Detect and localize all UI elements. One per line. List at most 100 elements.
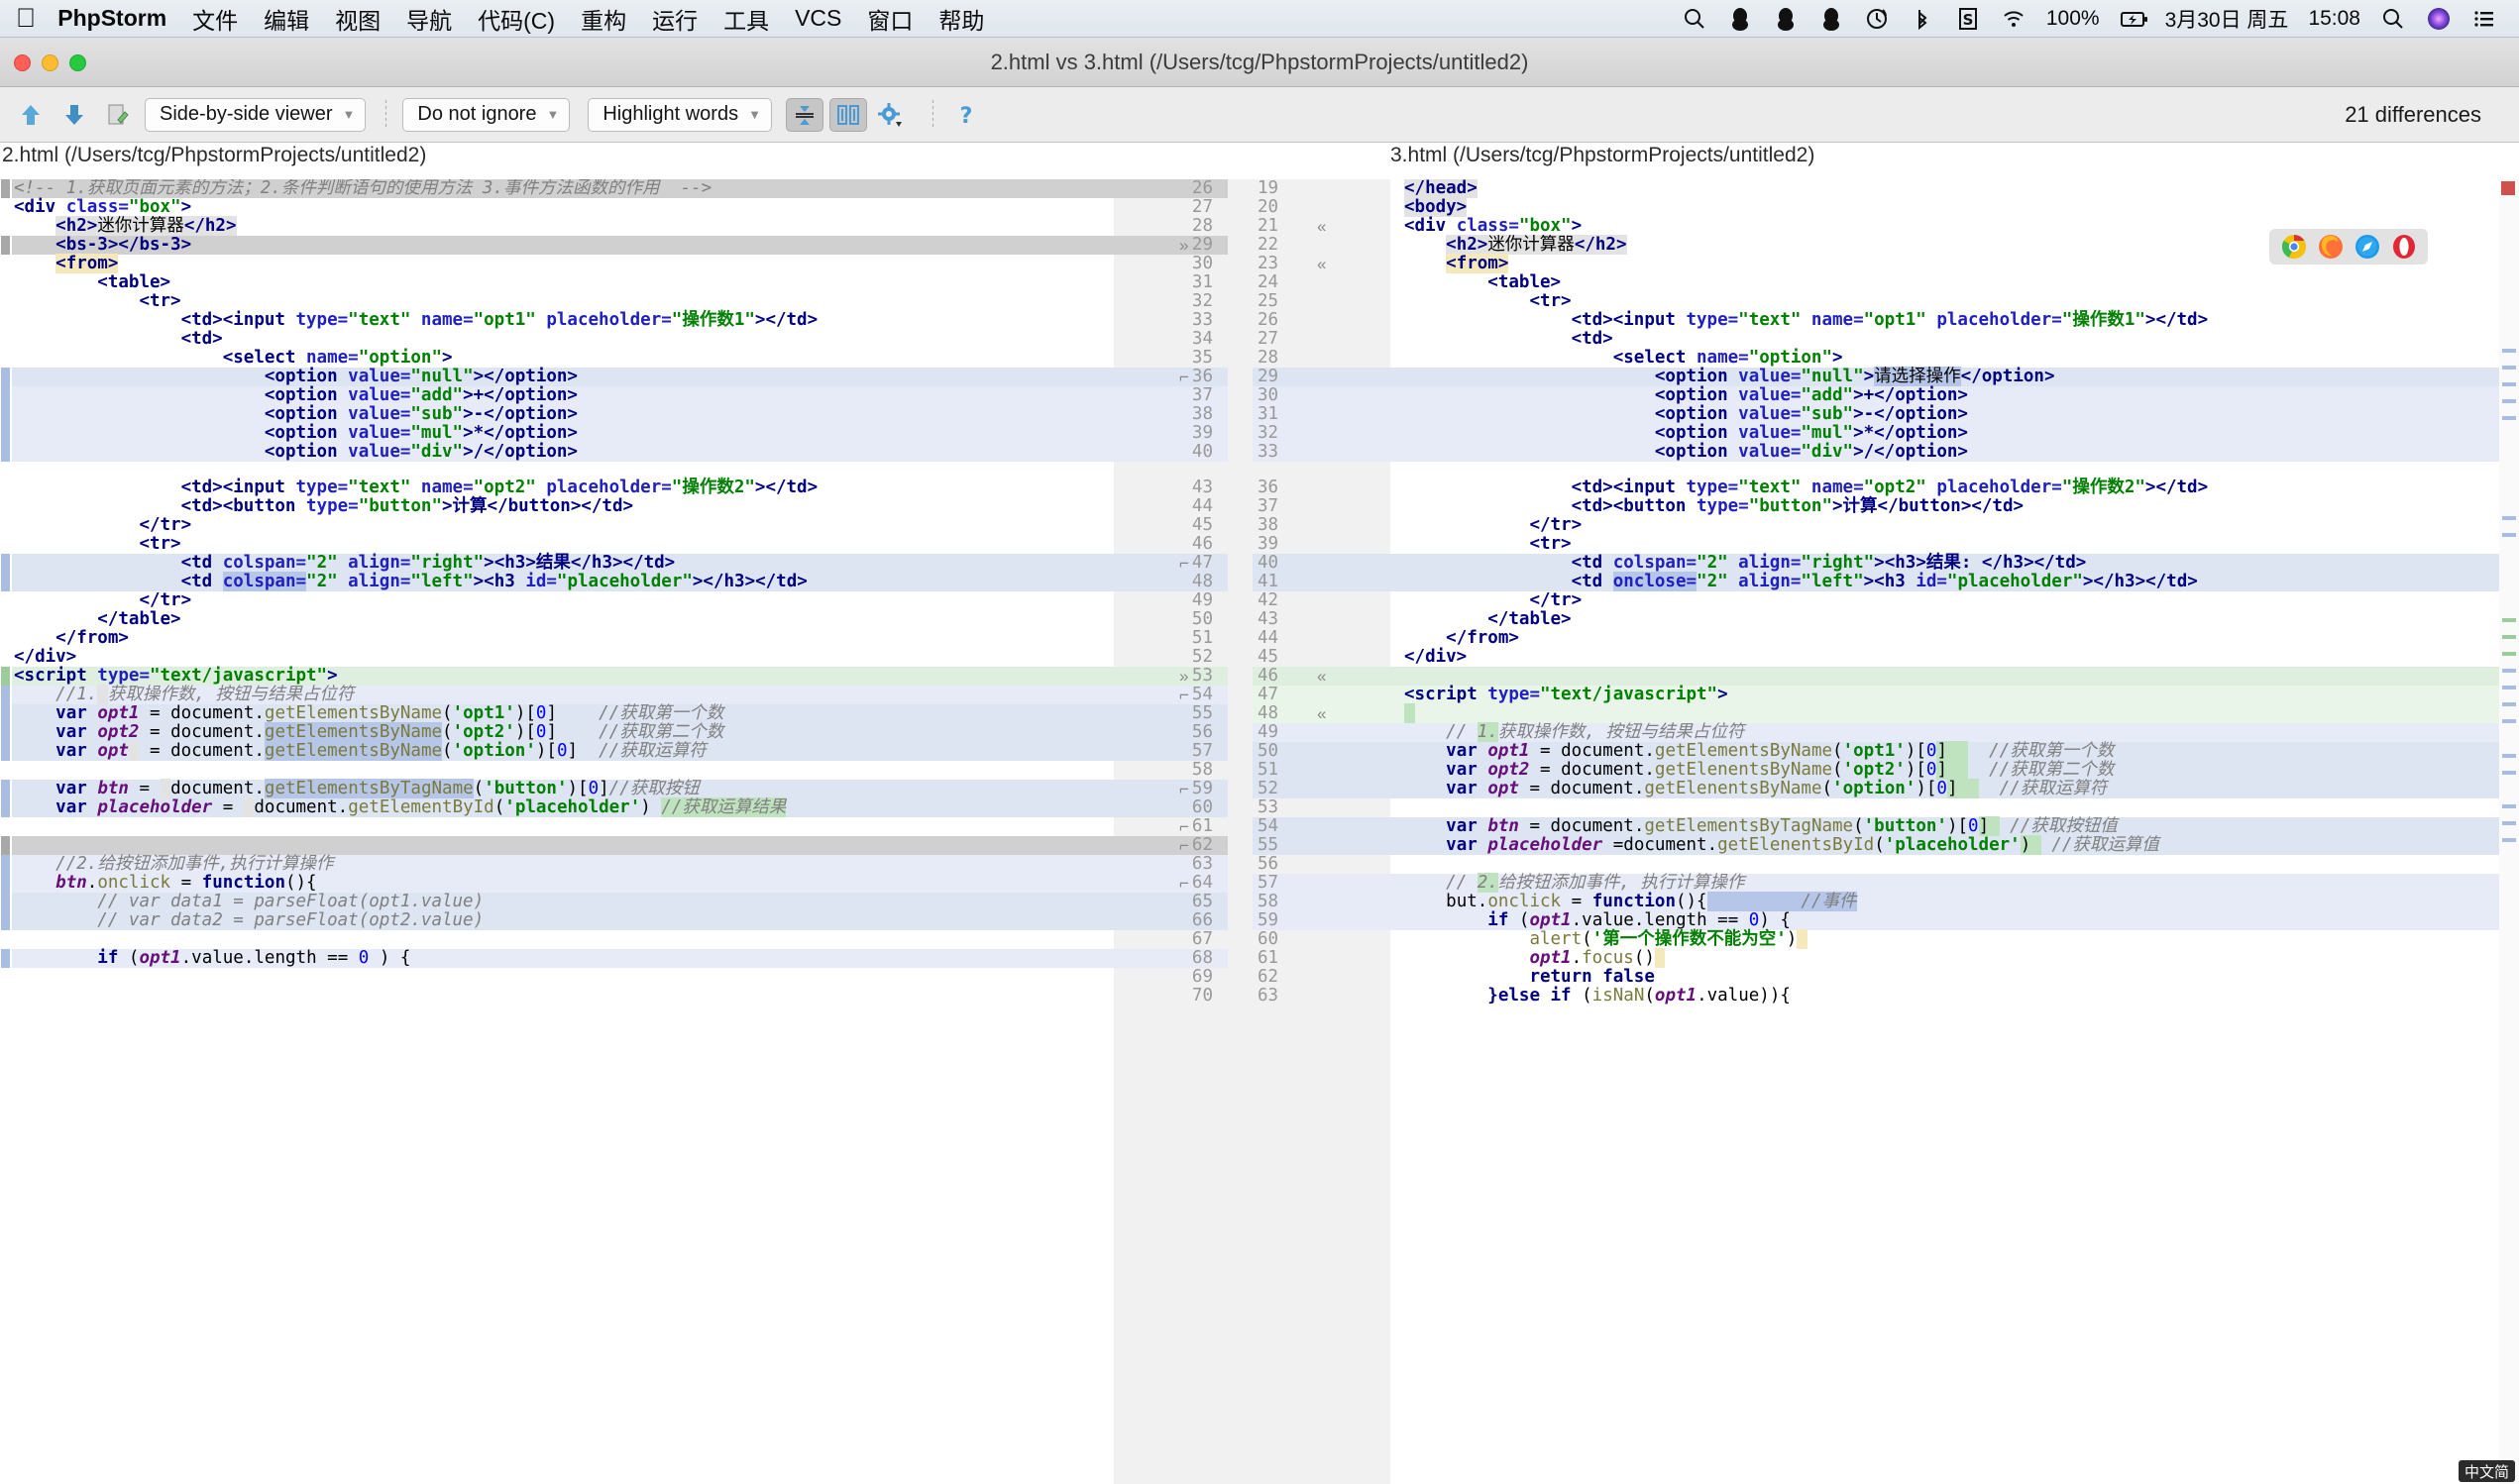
menu-item-file[interactable]: 文件 <box>192 2 238 36</box>
right-code-lines[interactable]: </head> <body> <div class="box"> <h2>迷你计算器… <box>1390 179 2499 1484</box>
code-line[interactable]: <td><button type="button">计算</button></t… <box>1390 497 2024 516</box>
code-line[interactable]: <select name="option"> <box>0 349 453 368</box>
diff-marker[interactable] <box>2502 719 2516 723</box>
diff-marker[interactable] <box>2502 635 2516 639</box>
code-line[interactable]: <script type="text/javascript"> <box>1390 686 1728 704</box>
code-line[interactable]: </tr> <box>1390 516 1582 535</box>
menu-item-window[interactable]: 窗口 <box>867 2 913 36</box>
code-line[interactable]: <td colspan="2" align="right"><h3>结果</h3… <box>0 554 676 573</box>
code-line[interactable]: <div class="box"> <box>0 198 191 217</box>
diff-gutter[interactable]: 26 19 27 20 28 21 «29 22» 30 23 «31 24 32 25 33 26 34 27 3… <box>1114 179 1390 1484</box>
code-line[interactable]: <tr> <box>1390 535 1571 554</box>
gutter-apply-right-arrow[interactable]: ⌐ <box>1179 368 1189 386</box>
code-line[interactable]: <bs-3></bs-3> <box>0 236 191 255</box>
code-line[interactable]: <!-- 1.获取页面元素的方法；2.条件判断语句的使用方法 3.事件方法函数的… <box>0 179 712 198</box>
bluetooth-icon[interactable] <box>1910 6 1935 32</box>
code-line[interactable]: <option value="sub">-</option> <box>1390 405 1968 424</box>
code-line[interactable]: // 2.给按钮添加事件, 执行计算操作 <box>1390 873 1744 893</box>
code-line[interactable]: <td colspan="2" align="right"><h3>结果: </… <box>1390 554 2087 573</box>
code-line[interactable]: </tr> <box>0 516 191 535</box>
safari-icon[interactable] <box>2355 234 2380 260</box>
qq-penguin-icon[interactable] <box>1727 6 1753 32</box>
code-line[interactable]: <td colspan="2" align="left"><h3 id="pla… <box>0 572 808 591</box>
notification-list-icon[interactable] <box>2471 6 2497 32</box>
menu-item-edit[interactable]: 编辑 <box>264 2 309 36</box>
left-diff-pane[interactable]: <!-- 1.获取页面元素的方法；2.条件判断语句的使用方法 3.事件方法函数的… <box>0 179 1114 1484</box>
gear-icon[interactable] <box>873 98 907 132</box>
code-line[interactable]: <body> <box>1390 197 1468 217</box>
code-line[interactable]: <tr> <box>1390 292 1571 311</box>
right-diff-pane[interactable]: </head> <body> <div class="box"> <h2>迷你计算器… <box>1390 179 2499 1484</box>
code-line[interactable]: //1. 获取操作数, 按钮与结果占位符 <box>0 685 354 704</box>
code-line[interactable]: <td><input type="text" name="opt1" place… <box>0 311 819 330</box>
code-line[interactable]: var opt1 = document.getElementsByName('o… <box>1390 741 2114 761</box>
code-line[interactable]: </div> <box>1390 648 1467 667</box>
diff-marker[interactable] <box>2502 652 2516 656</box>
error-marker[interactable] <box>2501 181 2515 195</box>
gutter-apply-right-arrow[interactable]: ⌐ <box>1179 780 1189 798</box>
menu-item-code[interactable]: 代码(C) <box>478 2 555 36</box>
code-line[interactable]: <script type="text/javascript"> <box>0 667 338 686</box>
code-line[interactable]: <td><input type="text" name="opt1" place… <box>1390 311 2209 330</box>
diff-marker[interactable] <box>2502 399 2516 403</box>
arrow-up-icon[interactable] <box>14 98 48 132</box>
code-line[interactable]: <option value="mul">*</option> <box>1390 424 1968 443</box>
firefox-icon[interactable] <box>2318 234 2344 260</box>
ime-status-badge[interactable]: 中文简 <box>2458 1460 2515 1482</box>
diff-marker[interactable] <box>2502 754 2516 758</box>
code-line[interactable]: <option value="div">/</option> <box>1390 443 1968 462</box>
diff-marker[interactable] <box>2502 702 2516 706</box>
wifi-icon[interactable] <box>2001 6 2026 32</box>
diff-marker[interactable] <box>2502 618 2516 622</box>
gutter-apply-left-arrow[interactable]: « <box>1317 667 1326 686</box>
code-line[interactable]: </from> <box>1390 629 1519 648</box>
help-question-icon[interactable]: ? <box>949 98 983 132</box>
diff-marker[interactable] <box>2502 771 2516 775</box>
code-line[interactable]: <td><input type="text" name="opt2" place… <box>1390 478 2209 497</box>
code-line[interactable]: var opt = document.getElementsByName('op… <box>0 741 707 761</box>
code-line[interactable]: // 1.获取操作数, 按钮与结果占位符 <box>1390 722 1744 742</box>
code-line[interactable]: return false <box>1390 968 1654 987</box>
menu-item-view[interactable]: 视图 <box>335 2 381 36</box>
code-line[interactable]: var opt2 = document.getElementsByName('o… <box>0 722 723 742</box>
gutter-apply-right-arrow[interactable]: ⌐ <box>1179 554 1189 573</box>
siri-orb-icon[interactable] <box>2426 6 2452 32</box>
code-line[interactable]: </head> <box>1390 179 1478 198</box>
code-line[interactable]: </div> <box>0 648 76 667</box>
code-line[interactable]: <option value="null"></option> <box>0 368 578 386</box>
code-line[interactable]: if (opt1.value.length == 0 ) { <box>0 949 410 968</box>
diff-marker[interactable] <box>2502 686 2516 689</box>
code-line[interactable]: var placeholder = document.getElementByI… <box>0 797 787 817</box>
code-line[interactable]: <option value="add">+</option> <box>0 386 578 405</box>
gutter-apply-right-arrow[interactable]: ⌐ <box>1179 686 1189 704</box>
collapse-lines-icon[interactable] <box>785 97 823 132</box>
code-line[interactable]: </table> <box>0 610 180 629</box>
time-machine-icon[interactable] <box>1864 6 1890 32</box>
menu-item-tools[interactable]: 工具 <box>723 2 769 36</box>
arrow-down-icon[interactable] <box>57 98 91 132</box>
ignore-mode-dropdown[interactable]: Do not ignore ▼ <box>402 97 571 132</box>
diff-marker[interactable] <box>2502 516 2516 520</box>
menu-item-navigate[interactable]: 导航 <box>406 2 452 36</box>
battery-charging-icon[interactable] <box>2120 6 2147 32</box>
code-line[interactable]: <option value="add">+</option> <box>1390 386 1968 405</box>
diff-marker[interactable] <box>2502 416 2516 420</box>
code-line[interactable]: <td onclose="2" align="left"><h3 id="pla… <box>1390 572 2198 591</box>
chrome-icon[interactable] <box>2281 234 2307 260</box>
spotlight-search-icon[interactable] <box>2380 6 2406 32</box>
code-line[interactable]: <h2>迷你计算器</h2> <box>1390 235 1627 255</box>
gutter-apply-right-arrow[interactable]: ⌐ <box>1179 817 1189 836</box>
edit-document-icon[interactable] <box>101 98 135 132</box>
code-line[interactable]: </tr> <box>0 591 191 610</box>
qq-penguin-icon[interactable] <box>1818 6 1844 32</box>
code-line[interactable]: <option value="sub">-</option> <box>0 405 578 424</box>
code-line[interactable]: // var data1 = parseFloat(opt1.value) <box>0 893 484 911</box>
code-line[interactable] <box>1390 798 1404 817</box>
code-line[interactable]: <table> <box>1390 273 1561 292</box>
diff-marker[interactable] <box>2502 382 2516 386</box>
viewer-mode-dropdown[interactable]: Side-by-side viewer ▼ <box>145 97 367 132</box>
code-line[interactable]: <from> <box>0 254 119 273</box>
code-line[interactable]: var opt2 = document.getElenentsByName('o… <box>1390 760 2114 780</box>
code-line[interactable]: }else if (isNaN(opt1.value)){ <box>1390 987 1791 1006</box>
code-line[interactable]: var btn = document.getElementsByTagName(… <box>1390 816 2118 836</box>
